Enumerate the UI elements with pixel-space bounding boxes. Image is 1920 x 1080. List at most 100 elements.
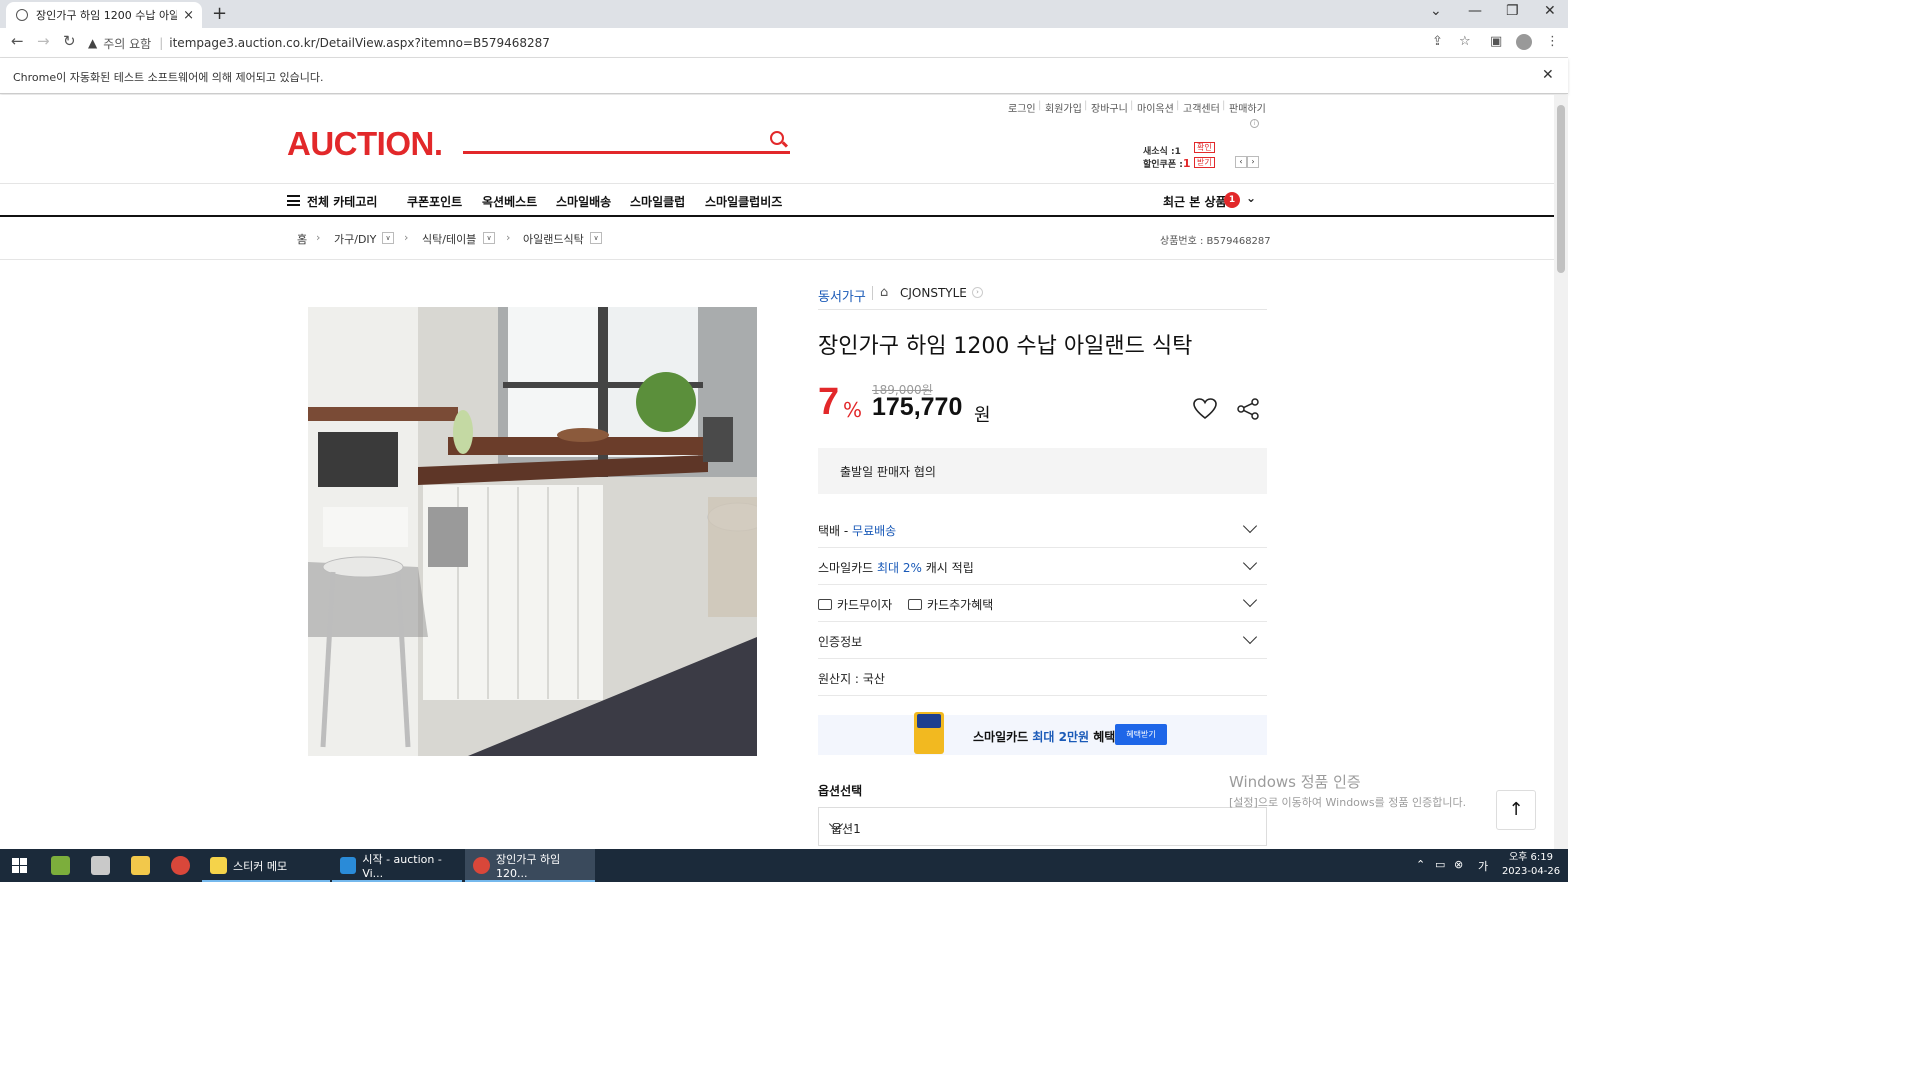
- smilecard-banner[interactable]: 스마일카드 최대 2만원 혜택! 혜택받기: [818, 712, 1267, 755]
- banner-text: 스마일카드 최대 2만원 혜택!: [973, 730, 1121, 744]
- get-benefit-button[interactable]: 혜택받기: [1115, 724, 1167, 745]
- windows-taskbar: 스티커 메모 시작 - auction - Vi... 장인가구 하임 120.…: [0, 849, 1568, 882]
- reload-icon[interactable]: ↻: [63, 32, 76, 50]
- forward-icon[interactable]: →: [37, 32, 50, 50]
- coupon-get-button[interactable]: 받기: [1194, 157, 1215, 168]
- minimize-icon[interactable]: —: [1468, 3, 1482, 19]
- infobar-close-icon[interactable]: ✕: [1542, 67, 1554, 83]
- dropdown-icon[interactable]: ∨: [382, 232, 394, 244]
- taskbar-chrome-window[interactable]: 장인가구 하임 120...: [465, 849, 595, 882]
- free-shipping-text: 무료배송: [852, 524, 897, 538]
- page-scrollbar[interactable]: [1554, 95, 1568, 849]
- chevron-right-icon[interactable]: ›: [972, 287, 983, 298]
- profile-avatar-icon[interactable]: [1516, 34, 1532, 50]
- option-select[interactable]: 옵션1: [818, 807, 1267, 846]
- browser-toolbar: ← → ↻ ▲ 주의 요함 | itempage3.auction.co.kr/…: [0, 28, 1568, 58]
- product-image[interactable]: [308, 307, 757, 756]
- new-tab-button[interactable]: +: [212, 3, 227, 24]
- active-indicator: [202, 880, 330, 882]
- chevron-down-icon[interactable]: ⌄: [1246, 191, 1256, 205]
- taskbar-vscode[interactable]: 시작 - auction - Vi...: [332, 849, 462, 882]
- warning-icon[interactable]: ▲: [88, 36, 97, 50]
- breadcrumb-island-table[interactable]: 아일랜드식탁: [523, 231, 584, 247]
- search-icon[interactable]: [770, 131, 784, 145]
- globe-icon: [16, 9, 28, 21]
- scrollbar-thumb[interactable]: [1557, 105, 1565, 273]
- chrome-icon[interactable]: [171, 856, 190, 875]
- login-link[interactable]: 로그인: [1008, 100, 1036, 115]
- menu-kebab-icon[interactable]: ⋮: [1546, 34, 1559, 49]
- clock-time: 오후 6:19: [1508, 852, 1554, 863]
- discount-rate: 7: [818, 381, 840, 423]
- file-explorer-icon[interactable]: [131, 856, 150, 875]
- brand-link[interactable]: 동서가구: [818, 286, 866, 305]
- breadcrumb-table[interactable]: 식탁/테이블: [422, 231, 476, 247]
- util-divider: |: [1084, 100, 1088, 111]
- origin-row: 원산지 : 국산: [818, 659, 1267, 696]
- nav-auction-best[interactable]: 옥션베스트: [482, 193, 537, 210]
- security-status[interactable]: 주의 요함: [103, 35, 151, 52]
- delivery-row[interactable]: 택배 - 무료배송: [818, 511, 1267, 548]
- nav-coupon-point[interactable]: 쿠폰포인트: [407, 193, 462, 210]
- tray-chevron-up-icon[interactable]: ⌃: [1416, 858, 1425, 871]
- card-interest-text: 카드무이자: [837, 598, 893, 612]
- store-link[interactable]: CJONSTYLE: [900, 286, 967, 300]
- maps-app-icon[interactable]: [51, 856, 70, 875]
- heart-icon[interactable]: [1192, 397, 1218, 421]
- nav-smile-club[interactable]: 스마일클럽: [630, 193, 685, 210]
- info-icon[interactable]: i: [1250, 119, 1259, 128]
- share-icon[interactable]: [1236, 397, 1260, 421]
- my-auction-link[interactable]: 마이옥션: [1137, 100, 1174, 115]
- dropdown-icon[interactable]: ∨: [483, 232, 495, 244]
- coupon-label: 할인쿠폰 :1: [1143, 157, 1191, 170]
- address-bar[interactable]: ▲ 주의 요함 | itempage3.auction.co.kr/Detail…: [88, 31, 1488, 55]
- signup-link[interactable]: 회원가입: [1045, 100, 1082, 115]
- share-icon[interactable]: ⇪: [1432, 34, 1443, 49]
- tab-close-icon[interactable]: ×: [183, 8, 194, 23]
- chevron-right-icon: ›: [316, 231, 321, 244]
- recent-items-button[interactable]: 최근 본 상품: [1163, 193, 1227, 210]
- breadcrumb-home[interactable]: 홈: [297, 231, 307, 247]
- taskbar-clock[interactable]: 오후 6:19 2023-04-26: [1500, 851, 1562, 879]
- taskbar-app-label: 장인가구 하임 120...: [495, 853, 561, 880]
- volume-muted-icon[interactable]: ⊗: [1454, 858, 1463, 871]
- certification-row[interactable]: 인증정보: [818, 622, 1267, 659]
- close-window-icon[interactable]: ✕: [1544, 3, 1556, 19]
- cart-link[interactable]: 장바구니: [1091, 100, 1128, 115]
- back-icon[interactable]: ←: [11, 32, 24, 50]
- chevron-down-icon[interactable]: [1242, 629, 1258, 645]
- customer-center-link[interactable]: 고객센터: [1183, 100, 1220, 115]
- chevron-down-icon[interactable]: [1242, 592, 1258, 608]
- chevron-down-icon[interactable]: [1242, 518, 1258, 534]
- tab-search-icon[interactable]: ⌄: [1430, 3, 1442, 19]
- sell-link[interactable]: 판매하기: [1229, 100, 1266, 115]
- chevron-down-icon[interactable]: [1242, 555, 1258, 571]
- side-panel-icon[interactable]: ▣: [1490, 34, 1502, 49]
- browser-tab[interactable]: 장인가구 하임 1200 수납 아일랜 ×: [6, 2, 202, 28]
- restore-icon[interactable]: ❐: [1506, 3, 1519, 19]
- scroll-to-top-button[interactable]: ↑: [1496, 790, 1536, 830]
- all-category-button[interactable]: 전체 카테고리: [307, 193, 377, 210]
- dropdown-icon[interactable]: ∨: [590, 232, 602, 244]
- network-icon[interactable]: ▭: [1435, 858, 1445, 871]
- new-message-check-button[interactable]: 확인: [1194, 142, 1215, 153]
- auction-logo[interactable]: AUCTION.: [287, 125, 443, 163]
- card-benefit-row[interactable]: 카드무이자 카드추가혜택: [818, 585, 1267, 622]
- kitchen-island-photo: [308, 307, 757, 756]
- smilecard-row[interactable]: 스마일카드 최대 2% 캐시 적립: [818, 548, 1267, 585]
- hamburger-menu-icon[interactable]: [287, 195, 300, 206]
- ime-icon[interactable]: 가: [1478, 858, 1488, 874]
- url-text[interactable]: itempage3.auction.co.kr/DetailView.aspx?…: [169, 36, 550, 50]
- breadcrumb-furniture[interactable]: 가구/DIY: [334, 231, 376, 247]
- card-icon: [818, 599, 832, 610]
- taskbar-sticky-notes[interactable]: 스티커 메모: [202, 849, 330, 882]
- nav-smile-club-biz[interactable]: 스마일클럽비즈: [705, 193, 782, 210]
- smilecard-rate: 최대 2%: [877, 561, 922, 575]
- prev-arrow-icon[interactable]: ‹: [1235, 156, 1247, 168]
- search-input[interactable]: [463, 151, 790, 154]
- windows-start-icon[interactable]: [12, 858, 27, 873]
- next-arrow-icon[interactable]: ›: [1247, 156, 1259, 168]
- bookmark-star-icon[interactable]: ☆: [1459, 34, 1471, 49]
- photo-app-icon[interactable]: [91, 856, 110, 875]
- nav-smile-delivery[interactable]: 스마일배송: [556, 193, 611, 210]
